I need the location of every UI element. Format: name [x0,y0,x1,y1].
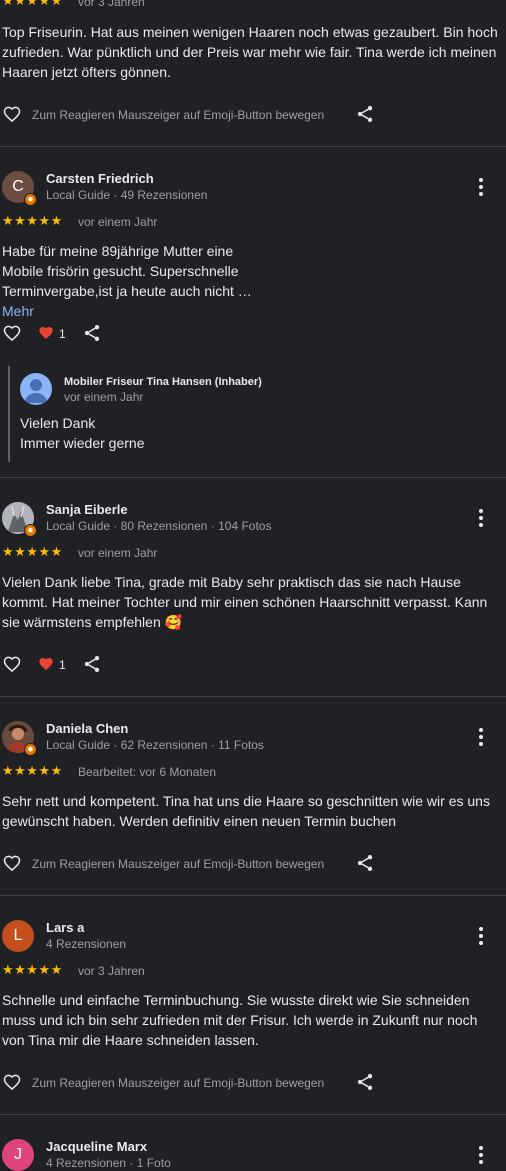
avatar[interactable]: C ✸ [2,171,37,206]
rating-stars: ★★★★★ [2,962,63,977]
reviewer-name[interactable]: Lars a [46,920,84,936]
avatar-initial: J [14,1146,22,1163]
react-heart-icon[interactable] [2,853,22,873]
review-date: Bearbeitet: vor 6 Monaten [78,765,217,779]
owner-avatar [20,373,52,405]
react-prompt: Zum Reagieren Mauszeiger auf Emoji-Butto… [32,857,325,871]
reviewer-stats: Local Guide · 80 Rezensionen · 104 Fotos [46,519,272,533]
review-divider [0,146,506,147]
local-guide-badge-icon: ✸ [24,524,37,537]
review-date: vor einem Jahr [78,546,158,560]
more-options-icon[interactable] [471,924,491,948]
review-divider [0,477,506,478]
reviewer-name[interactable]: Daniela Chen [46,721,128,737]
avatar-initial: C [12,178,24,195]
share-icon[interactable] [355,104,375,124]
local-guide-badge-icon: ✸ [24,743,37,756]
share-icon[interactable] [355,853,375,873]
owner-reply-line: Vielen Dank [20,415,96,431]
review-text: Habe für meine 89jährige Mutter eine Mob… [2,241,272,321]
owner-reply-line: Immer wieder gerne [20,435,145,451]
owner-name: Mobiler Friseur Tina Hansen (Inhaber) [64,376,262,388]
more-link[interactable]: Mehr [2,303,34,319]
react-heart-icon[interactable] [2,1072,22,1092]
avatar[interactable]: L [2,920,34,952]
more-options-icon[interactable] [471,725,491,749]
reviewer-stats: 4 Rezensionen [46,937,127,951]
reviewer-name[interactable]: Sanja Eiberle [46,502,128,518]
owner-reply-date: vor einem Jahr [64,390,144,404]
react-heart-icon[interactable] [2,104,22,124]
share-icon[interactable] [82,323,102,343]
reviewer-name[interactable]: Carsten Friedrich [46,171,154,187]
local-guide-badge-icon: ✸ [24,193,37,206]
reaction-heart-icon [38,656,54,672]
owner-reply-rule [8,366,10,462]
reaction-heart-icon [38,325,54,341]
share-icon[interactable] [355,1072,375,1092]
review-text: Top Friseurin. Hat aus meinen wenigen Ha… [2,24,498,80]
avatar[interactable]: ✸ [2,721,37,756]
review-text: Sehr nett und kompetent. Tina hat uns di… [2,793,490,829]
more-options-icon[interactable] [471,506,491,530]
avatar[interactable]: ✸ [2,502,37,537]
review-date: vor 3 Jahren [78,964,145,978]
more-options-icon[interactable] [471,1143,491,1167]
review-date: vor einem Jahr [78,215,158,229]
review-divider [0,1114,506,1115]
reaction-count: 1 [59,658,66,672]
rating-stars: ★★★★★ [2,544,63,559]
reviewer-name[interactable]: Jacqueline Marx [46,1139,147,1155]
review-text-content: Habe für meine 89jährige Mutter eine Mob… [2,243,252,299]
review-text: Vielen Dank liebe Tina, grade mit Baby s… [2,574,488,630]
review-divider [0,696,506,697]
avatar[interactable]: J [2,1139,34,1171]
rating-stars: ★★★★★ [2,763,63,778]
rating-stars: ★★★★★ [2,0,63,8]
react-prompt: Zum Reagieren Mauszeiger auf Emoji-Butto… [32,1076,325,1090]
review-divider [0,895,506,896]
review-date: vor 3 Jahren [78,0,145,9]
reviewer-stats: Local Guide · 49 Rezensionen [46,188,208,202]
reviewer-stats: Local Guide · 62 Rezensionen · 11 Fotos [46,738,264,752]
review-text: Schnelle und einfache Terminbuchung. Sie… [2,992,478,1048]
rating-stars: ★★★★★ [2,213,63,228]
react-heart-icon[interactable] [2,654,22,674]
more-options-icon[interactable] [471,175,491,199]
reviewer-stats: 4 Rezensionen · 1 Foto [46,1156,171,1170]
reaction-count: 1 [59,327,66,341]
share-icon[interactable] [82,654,102,674]
react-prompt: Zum Reagieren Mauszeiger auf Emoji-Butto… [32,108,325,122]
react-heart-icon[interactable] [2,323,22,343]
avatar-initial: L [13,927,23,944]
